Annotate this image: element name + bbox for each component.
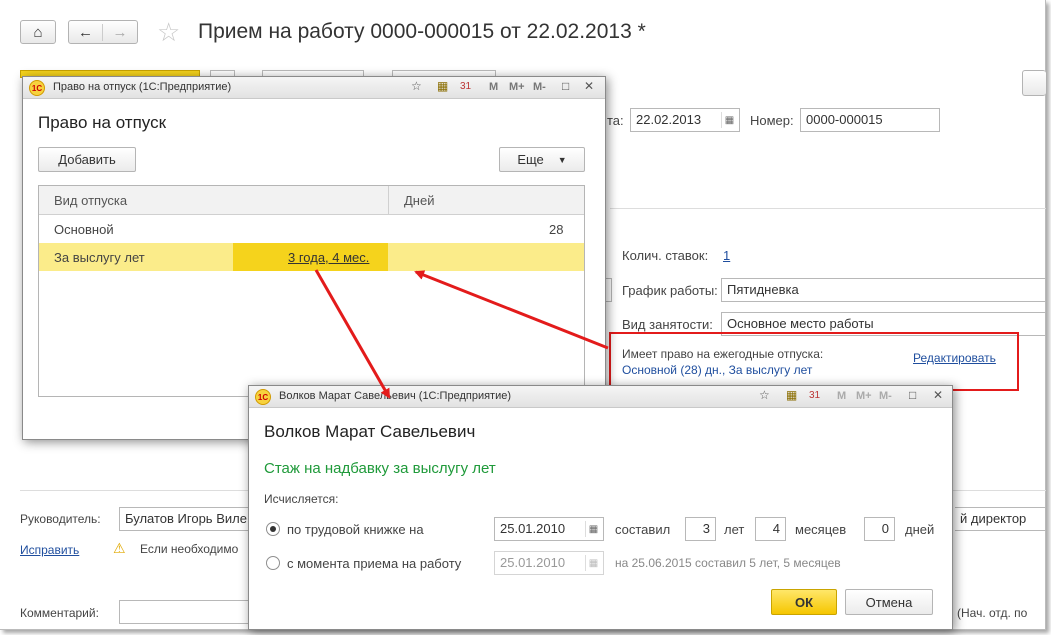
arrow-to-leave-row [414,270,609,350]
arrow-to-seniority-window [314,269,391,399]
annotation-arrows [314,269,609,399]
